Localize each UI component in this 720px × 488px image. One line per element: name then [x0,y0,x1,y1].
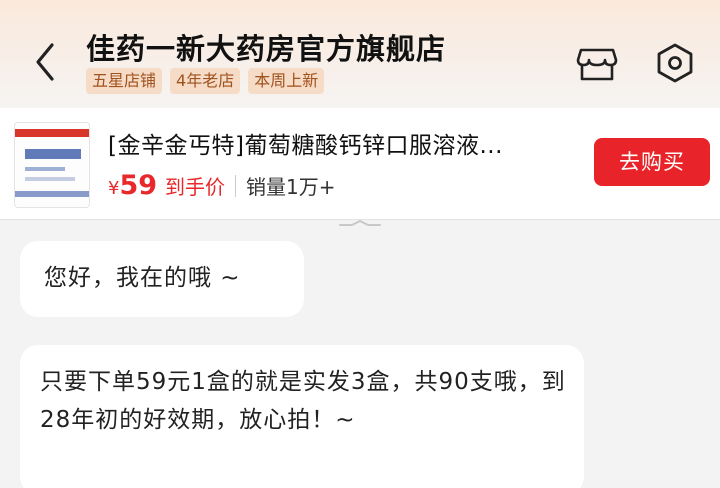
product-name[interactable]: [金辛金丐特]葡萄糖酸钙锌口服溶液... [108,126,503,160]
store-header: 佳药一新大药房官方旗舰店 五星店铺 4年老店 本周上新 [0,0,720,108]
store-tag: 五星店铺 [86,68,163,94]
store-tag: 4年老店 [170,68,241,94]
store-icon [576,48,618,81]
price-row: ¥ 59 到手价 销量1万+ [108,170,336,201]
back-icon [36,43,54,81]
message-text: 只要下单59元1盒的就是实发3盒，共90支哦，到28年初的好效期，放心拍！~ [40,369,566,433]
back-button[interactable] [30,40,60,84]
store-tags: 五星店铺 4年老店 本周上新 [86,68,325,94]
settings-icon [657,43,693,83]
message-bubble: 您好，我在的哦 ~ [20,241,304,317]
message-bubble: 只要下单59元1盒的就是实发3盒，共90支哦，到28年初的好效期，放心拍！~ [20,345,584,488]
sales-count: 销量1万+ [246,175,336,199]
message-text: 您好，我在的哦 ~ [44,265,241,291]
price-note: 到手价 [165,175,226,199]
store-tag: 本周上新 [248,68,325,94]
store-button[interactable] [576,42,618,84]
chat-area[interactable]: 您好，我在的哦 ~ 只要下单59元1盒的就是实发3盒，共90支哦，到28年初的好… [0,221,720,488]
price-value: 59 [119,170,158,201]
buy-button[interactable]: 去购买 [594,138,710,186]
settings-button[interactable] [654,42,696,84]
price-currency: ¥ [108,178,120,199]
product-thumbnail[interactable] [14,122,90,208]
divider [235,174,237,197]
store-name[interactable]: 佳药一新大药房官方旗舰店 [86,26,446,68]
